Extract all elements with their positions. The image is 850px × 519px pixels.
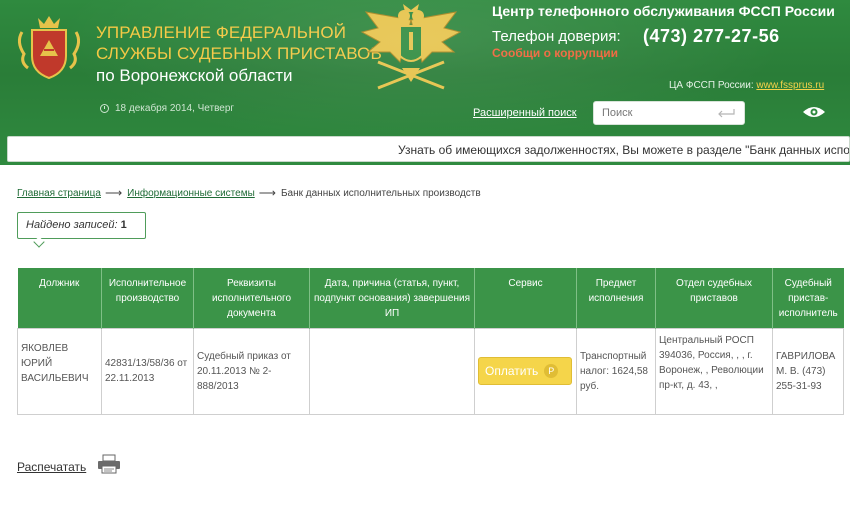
site-header: УПРАВЛЕНИЕ ФЕДЕРАЛЬНОЙ СЛУЖБЫ СУДЕБНЫХ П… — [0, 0, 850, 165]
column-header: Исполнительное производство — [101, 268, 194, 328]
ticker-text: Узнать об имеющихся задолженностях, Вы м… — [398, 143, 850, 157]
date-text: 18 декабря 2014, Четверг — [115, 103, 235, 114]
current-date: 18 декабря 2014, Четверг — [100, 103, 234, 114]
results-table: Должник Исполнительное производство Рекв… — [17, 268, 844, 415]
enter-icon[interactable] — [716, 108, 736, 118]
pay-button[interactable]: Оплатить Р — [478, 357, 572, 385]
column-header: Предмет исполнения — [576, 268, 656, 328]
breadcrumb: Главная страница ⟶ Информационные систем… — [17, 186, 481, 200]
trust-phone-number: (473) 277-27-56 — [643, 26, 780, 46]
central-office-label: ЦА ФССП России: — [669, 80, 754, 91]
org-title-line2: СЛУЖБЫ СУДЕБНЫХ ПРИСТАВОВ — [96, 44, 382, 63]
records-found-label: Найдено записей: — [26, 219, 118, 231]
breadcrumb-home[interactable]: Главная страница — [17, 188, 101, 199]
proceeding-cell: 42831/13/58/36 от 22.11.2013 — [101, 327, 194, 415]
records-found-count: 1 — [120, 219, 127, 231]
subject-cell: Транспортный налог: 1624,58 руб. — [576, 327, 656, 415]
clock-icon — [100, 104, 109, 113]
advanced-search-link[interactable]: Расширенный поиск — [473, 107, 577, 119]
column-header: Должник — [17, 268, 102, 328]
hotline-title: Центр телефонного обслуживания ФССП Росс… — [492, 3, 835, 19]
corruption-report-link[interactable]: Сообщи о коррупции — [492, 46, 618, 60]
bailiff-cell: ГАВРИЛОВА М. В. (473) 255-31-93 — [772, 327, 844, 415]
table-header-row: Должник Исполнительное производство Рекв… — [17, 268, 844, 328]
eagle-emblem-icon — [360, 4, 462, 90]
column-header: Дата, причина (статья, пункт, подпункт о… — [309, 268, 475, 328]
service-cell: Оплатить Р — [474, 327, 577, 415]
org-subtitle: по Воронежской области — [96, 66, 293, 85]
trust-phone-label: Телефон доверия: — [492, 28, 621, 45]
breadcrumb-systems[interactable]: Информационные системы — [127, 188, 255, 199]
column-header: Реквизиты исполнительного документа — [193, 268, 310, 328]
printer-icon[interactable] — [96, 454, 122, 474]
pay-button-label: Оплатить — [485, 363, 539, 378]
completion-cell — [309, 327, 475, 415]
breadcrumb-arrow-icon: ⟶ — [104, 186, 123, 200]
ruble-icon: Р — [544, 364, 559, 378]
department-cell: Центральный РОСП 394036, Россия, , , г. … — [655, 327, 773, 415]
table-row: ЯКОВЛЕВ ЮРИЙ ВАСИЛЬЕВИЧ 42831/13/58/36 о… — [17, 327, 844, 415]
records-found-box: Найдено записей: 1 — [17, 212, 146, 239]
news-ticker[interactable]: Узнать об имеющихся задолженностях, Вы м… — [7, 136, 850, 162]
column-header: Отдел судебных приставов — [655, 268, 773, 328]
document-cell: Судебный приказ от 20.11.2013 № 2-888/20… — [193, 327, 310, 415]
page: УПРАВЛЕНИЕ ФЕДЕРАЛЬНОЙ СЛУЖБЫ СУДЕБНЫХ П… — [0, 0, 850, 519]
central-office-link[interactable]: www.fssprus.ru — [756, 80, 824, 91]
breadcrumb-arrow-icon: ⟶ — [258, 186, 276, 200]
org-title[interactable]: УПРАВЛЕНИЕ ФЕДЕРАЛЬНОЙ СЛУЖБЫ СУДЕБНЫХ П… — [96, 22, 382, 64]
debtor-cell: ЯКОВЛЕВ ЮРИЙ ВАСИЛЬЕВИЧ — [17, 327, 102, 415]
eye-icon[interactable] — [802, 105, 826, 119]
column-header: Судебный пристав-исполнитель — [772, 268, 844, 328]
print-link[interactable]: Распечатать — [17, 460, 86, 474]
breadcrumb-current: Банк данных исполнительных производств — [280, 187, 481, 199]
column-header: Сервис — [474, 268, 577, 328]
coat-of-arms-icon[interactable] — [14, 12, 84, 84]
org-title-line1: УПРАВЛЕНИЕ ФЕДЕРАЛЬНОЙ — [96, 23, 347, 42]
central-office-line: ЦА ФССП России: www.fssprus.ru — [669, 80, 824, 91]
